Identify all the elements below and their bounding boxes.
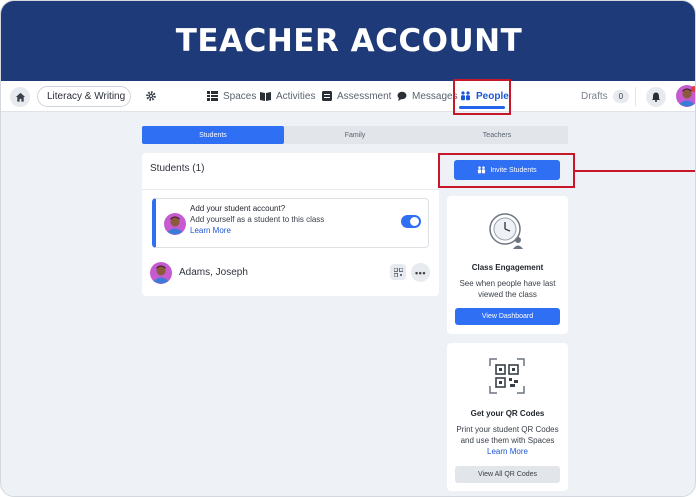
tab-teachers-label: Teachers [482,131,512,139]
view-all-qr-codes-button[interactable]: View All QR Codes [455,466,560,483]
user-avatar[interactable] [676,85,695,107]
teacher-account-banner: TEACHER ACCOUNT [1,1,695,81]
drafts-button[interactable]: Drafts 0 [581,81,630,111]
people-highlight-box [453,79,511,115]
home-icon [15,92,25,102]
qr-learn-more-link[interactable]: Learn More [451,446,564,457]
add-card-avatar [164,213,186,235]
qr-title: Get your QR Codes [470,409,545,418]
nav-spaces-label: Spaces [223,90,257,102]
messages-icon [397,91,407,101]
engagement-text: See when people have last viewed the cla… [459,279,556,299]
student-more-button[interactable]: ••• [411,263,430,282]
app-frame: TEACHER ACCOUNT Literacy & Writing Space… [0,0,696,497]
student-row[interactable]: Adams, Joseph ••• [150,260,431,286]
qr-text: Print your student QR Codes and use them… [456,425,559,445]
tab-students-label: Students [199,131,227,139]
class-settings-button[interactable] [142,87,160,105]
add-card-learn-more-link[interactable]: Learn More [190,226,231,235]
add-card-title: Add your student account? [190,204,286,213]
students-panel: Students (1) Add your student account? A… [142,153,439,296]
tab-students[interactable]: Students [142,126,284,144]
engagement-title: Class Engagement [471,263,544,272]
tab-family[interactable]: Family [284,126,426,144]
view-dashboard-button[interactable]: View Dashboard [455,308,560,325]
assessment-icon [322,91,332,101]
qr-scan-icon [489,358,525,394]
qr-illustration [484,353,530,399]
students-count-heading: Students (1) [150,163,205,174]
tab-family-label: Family [344,131,366,139]
clock-person-icon [489,213,523,249]
notifications-button[interactable] [646,87,666,107]
invite-highlight-box [438,153,575,188]
engagement-illustration [484,208,530,254]
nav-messages[interactable]: Messages [397,81,458,111]
qr-code-icon [393,267,403,277]
nav-assessment-label: Assessment [337,90,392,102]
view-all-qr-label: View All QR Codes [477,471,537,478]
qr-codes-card: Get your QR Codes Print your student QR … [447,343,568,491]
student-avatar-icon [150,262,172,284]
nav-activities-label: Activities [276,90,316,102]
bell-icon [652,92,660,102]
class-selector[interactable]: Literacy & Writing [37,86,131,107]
top-navigation: Literacy & Writing Spaces Activities Ass… [1,81,695,112]
teacher-avatar-icon [164,213,186,235]
spaces-icon [207,91,218,101]
banner-title: TEACHER ACCOUNT [175,23,523,59]
home-button[interactable] [10,87,30,107]
student-name: Adams, Joseph [179,267,248,278]
nav-messages-label: Messages [412,90,458,102]
nav-divider [635,87,636,106]
student-avatar [150,262,172,284]
activities-icon [260,91,271,101]
more-dots-icon: ••• [415,267,426,278]
user-avatar-icon [676,85,695,107]
drafts-label: Drafts [581,90,608,102]
drafts-count-badge: 0 [612,89,630,103]
class-engagement-card: Class Engagement See when people have la… [447,196,568,334]
panel-divider [142,189,439,190]
student-qr-button[interactable] [390,264,406,280]
nav-assessment[interactable]: Assessment [322,81,391,111]
gear-icon [146,91,156,101]
toggle-knob [410,217,419,226]
add-card-subtitle: Add yourself as a student to this class [190,215,325,224]
tab-teachers[interactable]: Teachers [426,126,568,144]
class-name: Literacy & Writing [47,91,126,102]
view-dashboard-label: View Dashboard [481,313,534,320]
student-account-toggle[interactable] [401,215,421,228]
nav-spaces[interactable]: Spaces [207,81,256,111]
add-student-account-card: Add your student account? Add yourself a… [152,198,429,248]
annotation-pointer-line [575,170,695,172]
nav-activities[interactable]: Activities [260,81,315,111]
people-tabs: Students Family Teachers [142,126,568,144]
